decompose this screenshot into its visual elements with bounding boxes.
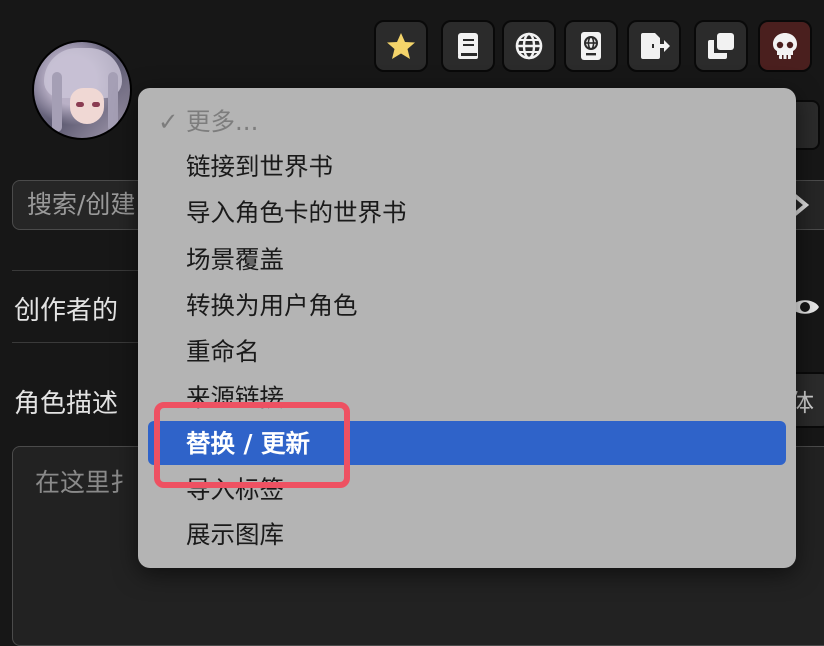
textarea-placeholder: 在这里扌 <box>35 468 136 497</box>
lore-book-button[interactable] <box>441 20 495 72</box>
annotation-highlight-box <box>154 402 350 488</box>
book-icon <box>458 33 478 59</box>
skull-icon <box>773 33 797 59</box>
menu-header: ✓ 更多... <box>158 107 259 136</box>
more-menu: ✓ 更多... 链接到世界书 导入角色卡的世界书 场景覆盖 转换为用户角色 重命名… <box>138 88 796 568</box>
world-info-button[interactable] <box>502 20 556 72</box>
menu-item-show-gallery[interactable]: 展示图库 <box>186 519 284 551</box>
delete-button[interactable] <box>758 20 812 72</box>
character-lore-button[interactable] <box>564 20 618 72</box>
favorite-button[interactable] <box>374 20 428 72</box>
menu-item-rename[interactable]: 重命名 <box>186 336 260 368</box>
export-button[interactable] <box>627 20 681 72</box>
menu-item-convert-to-persona[interactable]: 转换为用户角色 <box>186 290 358 322</box>
menu-item-import-card-world-book[interactable]: 导入角色卡的世界书 <box>186 197 407 229</box>
menu-item-link-world-book[interactable]: 链接到世界书 <box>186 151 333 183</box>
clone-icon <box>708 33 734 59</box>
search-placeholder: 搜索/创建 <box>27 190 136 219</box>
character-avatar[interactable] <box>32 40 132 140</box>
creator-notes-label: 创作者的 <box>14 296 119 326</box>
check-icon: ✓ <box>158 107 179 136</box>
passport-icon <box>581 32 601 60</box>
star-icon <box>387 33 415 59</box>
export-icon <box>641 33 670 59</box>
menu-item-scenario-override[interactable]: 场景覆盖 <box>186 244 284 276</box>
description-label: 角色描述 <box>14 389 119 419</box>
duplicate-button[interactable] <box>694 20 748 72</box>
globe-icon <box>515 32 543 60</box>
